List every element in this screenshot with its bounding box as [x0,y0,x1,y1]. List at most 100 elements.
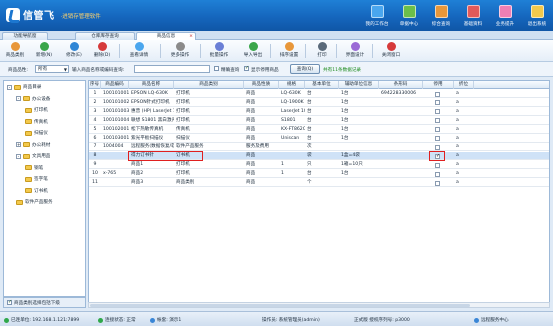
tree-node[interactable]: + 办公耗材 [16,141,50,149]
show-disabled-checkbox[interactable] [244,65,249,71]
disabled-checkbox[interactable] [435,109,440,115]
table-row[interactable]: 3 100101003惠普 (HP) LaserJet 1020打印机 商品 Lase… [89,108,549,116]
table-cell: 松下热敏传真机 [131,126,164,132]
exit-icon [530,5,544,18]
search-input[interactable] [134,65,210,73]
column-header[interactable]: 规格 [279,81,305,89]
table-cell: 打印机 [176,91,190,96]
remote-service-link[interactable]: 远程服务中心 [474,317,509,323]
tab-label: 功能导航窗 [13,34,37,39]
toolbar-button[interactable]: 批量操作 [205,42,233,61]
table-row[interactable]: 11 商品3 商品类别 商品 个 a [89,179,549,187]
table-row[interactable]: 4 100101004联想 S1801 黑白激光打印机打印机 商品 S1801 台 1台 a [89,117,549,125]
table-cell: x-765 [103,171,117,177]
column-header[interactable]: 商品性质 [244,81,279,89]
disabled-checkbox[interactable] [435,127,440,133]
toolbar-button[interactable]: 关闭窗口 [376,42,406,61]
tree-node-label: 扫描仪 [34,131,48,136]
table-row[interactable]: 10 x-765 商品2 打印机 商品 1 台 1台 a [89,170,549,179]
server-text: 已连单位: 192.168.1.121:7899 [11,318,80,323]
column-header[interactable]: 条形码 [379,81,423,89]
collapse-icon[interactable]: - [16,96,21,101]
folder-icon [25,107,32,113]
tree-node[interactable]: 扫描仪 [25,129,48,137]
view-icon [134,42,144,51]
include-subcategories-checkbox[interactable] [7,299,12,305]
tree-node[interactable]: 订书机 [25,187,48,195]
column-header[interactable]: 辅助单位信息 [339,81,379,89]
disabled-checkbox[interactable] [435,180,440,186]
toolbar-button[interactable]: 打印 [310,42,334,61]
table-cell: 联想 S1801 黑白激光打印机 [131,117,174,123]
tree-node[interactable]: - 办公设备 [16,95,50,103]
tree-node[interactable]: 传真机 [25,118,48,126]
disabled-checkbox[interactable] [435,162,440,168]
disabled-checkbox[interactable] [435,91,440,97]
tree-node[interactable]: 打印机 [25,106,48,114]
top-nav-item[interactable]: 综合查询 [425,2,457,30]
column-header[interactable]: 基本单位 [305,81,339,89]
disabled-checkbox[interactable] [435,144,440,150]
scrollbar-thumb[interactable] [90,304,470,307]
table-cell: 3 [93,108,97,114]
tab-product-info[interactable]: 商品信息 × [136,32,196,40]
table-cell [379,143,423,151]
top-nav-item[interactable]: 退出系统 [521,2,553,30]
tree-node[interactable]: 钢笔 [25,164,43,172]
top-nav-item[interactable]: 单据中心 [393,2,425,30]
top-nav-item[interactable]: 业务提升 [489,2,521,30]
toolbar-button[interactable]: 修改(E) [62,42,86,61]
table-cell: 台 [307,171,312,177]
toolbar-button-label: 修改(E) [66,53,82,58]
table-row[interactable]: 8 得力订书针 订书机 商品 袋 1盒=4袋 a [89,152,549,161]
table-cell: 商品3 [131,180,144,185]
table-row[interactable]: 6 100103001 紫光平板扫描仪 扫描仪 商品 Uniscan 台 1台 a [89,135,549,143]
horizontal-scrollbar[interactable] [88,302,550,308]
toolbar-button[interactable]: 界面设计 [340,42,370,61]
column-header[interactable]: 折位 [454,81,474,89]
table-row[interactable]: 5 100102001松下热敏传真机 传真机 商品 KX-FT862CN台 1台 a [89,126,549,134]
toolbar-button[interactable]: 查看详情 [124,42,154,61]
precise-query-checkbox[interactable] [214,66,219,71]
toolbar-button[interactable]: 删除(D) [90,42,114,61]
toolbar-button-label: 界面设计 [345,53,365,58]
tree-node[interactable]: 软件产品服务 [16,198,53,206]
disabled-checkbox[interactable] [435,100,440,106]
table-cell: 台 [307,126,312,132]
product-type-select[interactable]: 所有 ▼ [35,65,69,73]
table-row[interactable]: 9 商品1 打印机 商品 1 只 1箱=10只 a [89,161,549,170]
expand-icon[interactable]: + [16,142,21,147]
disabled-checkbox[interactable] [435,118,440,124]
disabled-checkbox[interactable] [435,136,440,141]
table-row[interactable]: 2 100101002 EPSON针式打印机 打印机 商品 LQ-1900K 台 1台 a [89,99,549,107]
delete-icon [97,42,107,51]
table-row[interactable]: 7 1004004 远程服务(数据恢复/软件安装)软件产品服务 服务及费用 次 a [89,143,549,152]
collapse-icon[interactable]: - [7,84,12,90]
query-button[interactable]: 查询(Q) [290,64,320,74]
tab-inventory-query[interactable]: 仓库库存查询 [75,32,135,40]
collapse-icon[interactable]: - [16,153,21,159]
column-header[interactable]: 商品类别 [174,81,244,89]
toolbar-button[interactable]: 新增(N) [32,42,56,61]
column-header[interactable]: 商品编码 [101,81,129,89]
toolbar-button-label: 排序设置 [279,53,299,58]
disabled-checkbox[interactable] [435,153,440,159]
toolbar-button[interactable]: 更多操作 [165,42,195,61]
table-cell [379,99,423,107]
tree-node[interactable]: - 文具用品 [16,152,50,160]
chart-icon [498,5,512,18]
table-row[interactable]: 1 100101001 EPSON LQ-630K 打印机 商品 LQ-630K 台 1台 69… [89,90,549,98]
tree-node[interactable]: - 商品目录 [7,83,41,91]
tree-node[interactable]: 签字笔 [25,175,48,183]
tab-function-nav[interactable]: 功能导航窗 [2,32,48,40]
disabled-checkbox[interactable] [435,171,440,177]
toolbar-button[interactable]: 导入导出 [238,42,268,61]
column-header[interactable]: 商品名称 [129,81,174,89]
table-cell: 紫光平板扫描仪 [131,135,164,141]
top-nav-item[interactable]: 基础资料 [457,2,489,30]
top-nav-item[interactable]: 我的工作台 [361,2,393,30]
toolbar-button[interactable]: 商品类别 [3,42,27,61]
column-header[interactable]: 停用 [423,81,454,89]
column-header[interactable]: 序号 [89,81,101,89]
toolbar-button[interactable]: 排序设置 [275,42,303,61]
